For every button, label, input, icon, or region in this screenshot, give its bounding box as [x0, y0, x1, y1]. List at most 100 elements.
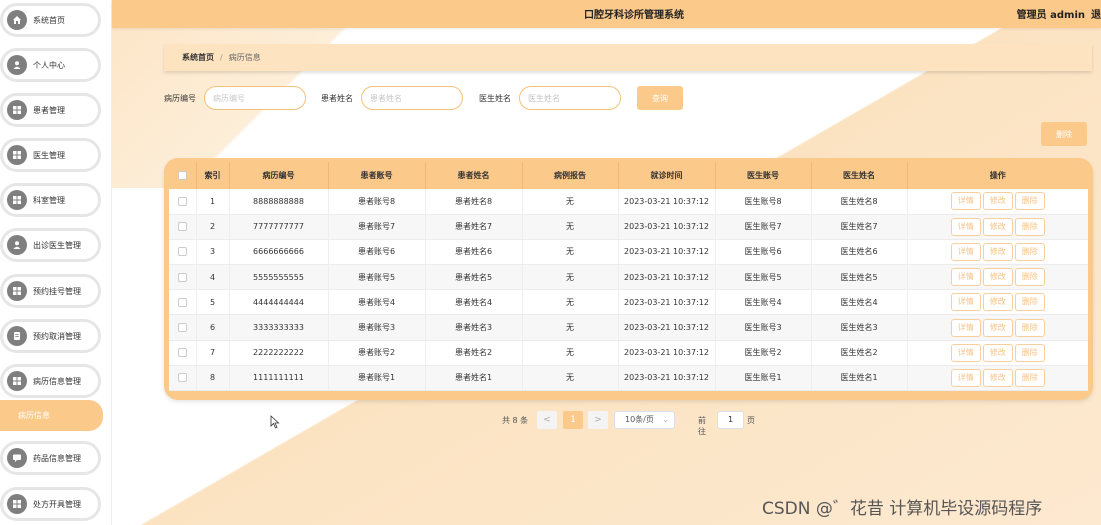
delete-button[interactable]: 删除	[1014, 192, 1045, 211]
cell-visit-time: 2023-03-21 10:37:12	[618, 340, 716, 366]
cell-index: 5	[196, 289, 230, 316]
select-all-checkbox[interactable]	[177, 171, 187, 180]
row-checkbox[interactable]	[177, 272, 187, 282]
row-checkbox[interactable]	[177, 247, 187, 257]
select-all-header[interactable]	[169, 162, 197, 189]
logout-link[interactable]: 退	[1091, 6, 1101, 21]
doc-icon	[7, 326, 27, 346]
delete-button[interactable]: 删除	[1014, 242, 1045, 261]
delete-button[interactable]: 删除	[1014, 293, 1045, 312]
batch-delete-button[interactable]: 删除	[1041, 122, 1087, 146]
sidebar-item-department-mgmt[interactable]: 科室管理	[0, 183, 101, 217]
sidebar-item-prescription-mgmt[interactable]: 处方开具管理	[0, 487, 101, 521]
row-checkbox[interactable]	[177, 196, 187, 206]
cell-actions: 详情 修改 删除	[907, 189, 1088, 215]
cell-record-no: 2222222222	[229, 340, 329, 366]
column-header: 医生姓名	[811, 162, 908, 189]
doctor-name-label: 医生姓名	[479, 94, 511, 103]
detail-button[interactable]: 详情	[950, 242, 981, 261]
next-page-button[interactable]: >	[588, 411, 608, 429]
query-button[interactable]: 查询	[637, 86, 683, 110]
sidebar-item-label: 病历信息管理	[33, 376, 81, 386]
row-checkbox[interactable]	[177, 348, 187, 358]
goto-page-input[interactable]: 1	[717, 411, 744, 429]
cell-doctor-account: 医生账号4	[715, 289, 812, 316]
edit-button[interactable]: 修改	[982, 293, 1013, 312]
cell-visit-time: 2023-03-21 10:37:12	[618, 189, 716, 215]
cell-record-no: 4444444444	[229, 289, 329, 316]
page-size-select[interactable]: 10条/页 ⌄	[614, 411, 675, 429]
edit-button[interactable]: 修改	[982, 192, 1013, 211]
records-table-container: 索引 病历编号 患者账号 患者姓名 病例报告 就诊时间 医生账号 医生姓名 操作…	[164, 158, 1093, 400]
cell-record-no: 5555555555	[229, 264, 329, 291]
cell-patient-account: 患者账号5	[328, 264, 426, 291]
pagination-total: 共 8 条	[502, 416, 529, 425]
page-number-button[interactable]: 1	[563, 411, 583, 429]
edit-button[interactable]: 修改	[982, 242, 1013, 261]
page-suffix-label: 页	[747, 416, 755, 425]
cell-doctor-account: 医生账号3	[715, 314, 812, 341]
row-select-cell	[169, 289, 197, 316]
sidebar-item-personal-center[interactable]: 个人中心	[0, 48, 101, 82]
cell-actions: 详情 修改 删除	[907, 239, 1088, 266]
detail-button[interactable]: 详情	[950, 318, 981, 337]
table-row: 7 2222222222 患者账号2 患者姓名2 无 2023-03-21 10…	[169, 340, 1088, 366]
row-checkbox[interactable]	[177, 323, 187, 333]
delete-button[interactable]: 删除	[1014, 268, 1045, 287]
edit-button[interactable]: 修改	[982, 368, 1013, 387]
sidebar-item-label: 处方开具管理	[33, 499, 81, 509]
row-select-cell	[169, 264, 197, 291]
row-checkbox[interactable]	[177, 297, 187, 307]
sidebar-item-appointment-mgmt[interactable]: 预约挂号管理	[0, 274, 101, 308]
cell-doctor-account: 医生账号6	[715, 239, 812, 266]
record-no-input[interactable]	[204, 86, 306, 110]
doctor-name-input[interactable]	[519, 86, 621, 110]
patient-name-input[interactable]	[361, 86, 463, 110]
table-row: 5 4444444444 患者账号4 患者姓名4 无 2023-03-21 10…	[169, 289, 1088, 316]
row-select-cell	[169, 189, 197, 215]
column-header: 操作	[907, 162, 1088, 189]
sidebar-item-visiting-doctor-mgmt[interactable]: 出诊医生管理	[0, 228, 101, 262]
sidebar-item-cancel-appointment-mgmt[interactable]: 预约取消管理	[0, 319, 101, 353]
detail-button[interactable]: 详情	[950, 192, 981, 211]
delete-button[interactable]: 删除	[1014, 318, 1045, 337]
cell-index: 7	[196, 340, 230, 366]
sidebar-item-doctor-mgmt[interactable]: 医生管理	[0, 138, 101, 172]
cell-patient-name: 患者姓名3	[425, 314, 523, 341]
sidebar-item-label: 科室管理	[33, 195, 65, 205]
sidebar-item-label: 医生管理	[33, 150, 65, 160]
row-checkbox[interactable]	[177, 373, 187, 383]
breadcrumb-home[interactable]: 系统首页	[182, 52, 214, 63]
delete-button[interactable]: 删除	[1014, 368, 1045, 387]
cell-patient-account: 患者账号7	[328, 214, 426, 240]
detail-button[interactable]: 详情	[950, 368, 981, 387]
sidebar-item-label: 预约挂号管理	[33, 286, 81, 296]
row-select-cell	[169, 214, 197, 240]
edit-button[interactable]: 修改	[982, 318, 1013, 337]
edit-button[interactable]: 修改	[982, 268, 1013, 287]
row-checkbox[interactable]	[177, 222, 187, 232]
delete-button[interactable]: 删除	[1014, 217, 1045, 236]
delete-button[interactable]: 删除	[1014, 343, 1045, 362]
prev-page-button[interactable]: <	[537, 411, 557, 429]
edit-button[interactable]: 修改	[982, 343, 1013, 362]
cell-patient-name: 患者姓名2	[425, 340, 523, 366]
sidebar-item-medical-record-mgmt[interactable]: 病历信息管理	[0, 364, 101, 398]
detail-button[interactable]: 详情	[950, 293, 981, 312]
cell-record-no: 8888888888	[229, 189, 329, 215]
chevron-down-icon: ⌄	[662, 415, 669, 424]
detail-button[interactable]: 详情	[950, 268, 981, 287]
detail-button[interactable]: 详情	[950, 343, 981, 362]
sidebar-item-patient-mgmt[interactable]: 患者管理	[0, 93, 101, 127]
edit-button[interactable]: 修改	[982, 217, 1013, 236]
cell-record-no: 6666666666	[229, 239, 329, 266]
cell-doctor-name: 医生姓名3	[811, 314, 908, 341]
table-row: 6 3333333333 患者账号3 患者姓名3 无 2023-03-21 10…	[169, 314, 1088, 341]
cell-report: 无	[522, 264, 619, 291]
sidebar-item-home[interactable]: 系统首页	[0, 3, 101, 37]
sidebar-subitem-medical-record[interactable]: 病历信息	[0, 400, 103, 431]
cell-record-no: 7777777777	[229, 214, 329, 240]
sidebar-item-medicine-mgmt[interactable]: 药品信息管理	[0, 441, 101, 475]
detail-button[interactable]: 详情	[950, 217, 981, 236]
cell-report: 无	[522, 314, 619, 341]
